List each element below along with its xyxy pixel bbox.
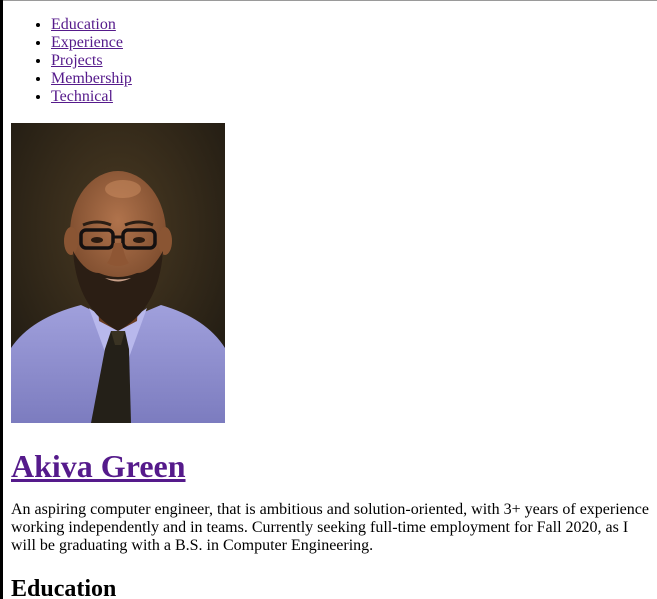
section-navigation: Education Experience Projects Membership… (11, 16, 651, 106)
nav-item-technical: Technical (51, 88, 651, 106)
profile-summary: An aspiring computer engineer, that is a… (11, 501, 649, 554)
nav-link-education[interactable]: Education (51, 16, 116, 33)
nav-item-projects: Projects (51, 52, 651, 70)
nav-item-education: Education (51, 16, 651, 34)
profile-photo (11, 123, 225, 423)
nav-item-membership: Membership (51, 70, 651, 88)
education-heading: Education (11, 576, 117, 599)
nav-link-experience[interactable]: Experience (51, 34, 123, 51)
resume-page: Education Experience Projects Membership… (11, 0, 651, 599)
person-name-heading: Akiva Green (11, 448, 651, 485)
nav-link-projects[interactable]: Projects (51, 52, 103, 69)
window-left-border (0, 0, 3, 599)
nav-link-technical[interactable]: Technical (51, 88, 113, 105)
nav-item-experience: Experience (51, 34, 651, 52)
nav-link-membership[interactable]: Membership (51, 70, 132, 87)
person-name-link[interactable]: Akiva Green (11, 448, 186, 484)
